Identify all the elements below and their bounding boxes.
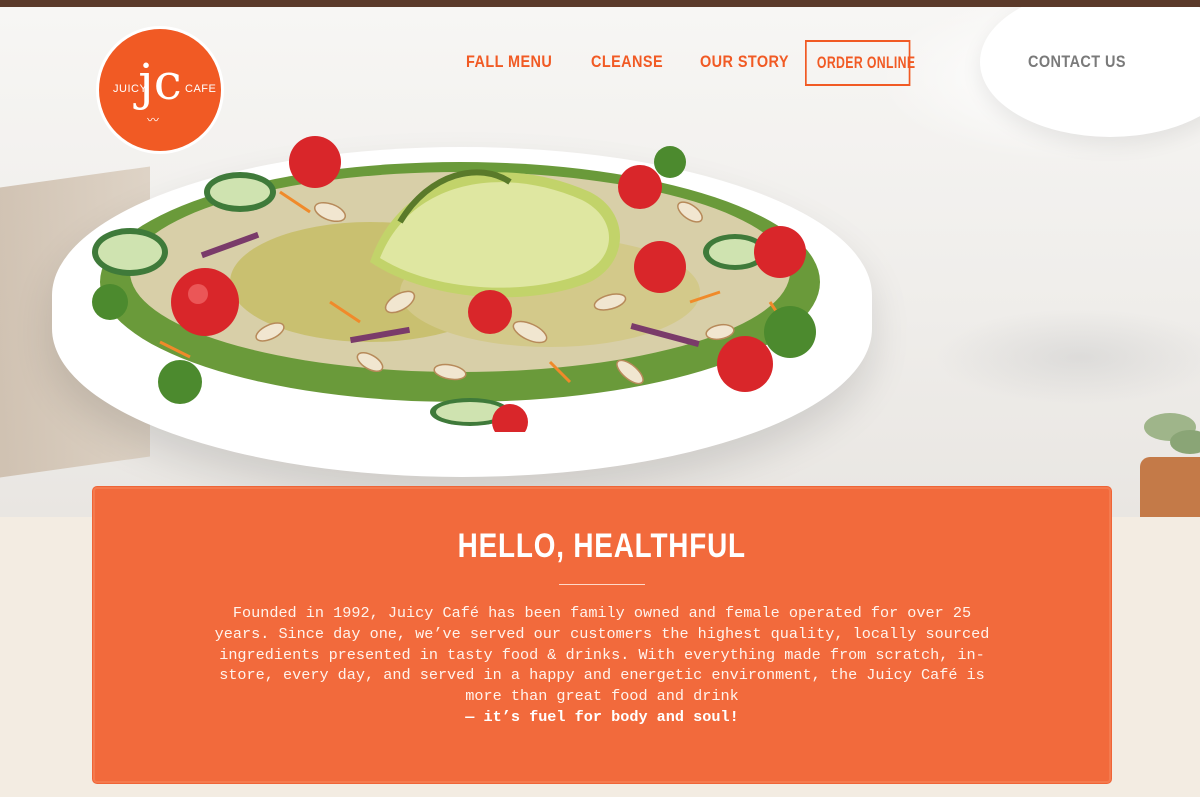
- intro-tagline: — it’s fuel for body and soul!: [465, 707, 739, 726]
- nav-contact-us[interactable]: CONTACT US: [1028, 40, 1126, 84]
- nav-our-story[interactable]: OUR STORY: [700, 40, 789, 84]
- intro-card: HELLO, HEALTHFUL Founded in 1992, Juicy …: [93, 487, 1111, 783]
- main-navigation: FALL MENU CLEANSE OUR STORY ORDER ONLINE…: [0, 40, 1200, 86]
- salad-illustration: [92, 136, 820, 432]
- nav-cleanse[interactable]: CLEANSE: [591, 40, 663, 84]
- title-divider: [559, 584, 645, 585]
- intro-title-text: HELLO, HEALTHFUL: [457, 527, 747, 565]
- top-border: [0, 0, 1200, 7]
- nav-order-online-button[interactable]: ORDER ONLINE: [805, 40, 915, 86]
- nav-fall-menu[interactable]: FALL MENU: [466, 40, 552, 84]
- intro-body: Founded in 1992, Juicy Café has been fam…: [203, 603, 1001, 728]
- succulent-plant: [1140, 413, 1200, 517]
- intro-title: HELLO, HEALTHFUL: [93, 527, 1111, 566]
- wave-icon: 〰: [147, 113, 160, 127]
- order-online-label: ORDER ONLINE: [816, 53, 916, 72]
- intro-paragraph: Founded in 1992, Juicy Café has been fam…: [214, 604, 990, 706]
